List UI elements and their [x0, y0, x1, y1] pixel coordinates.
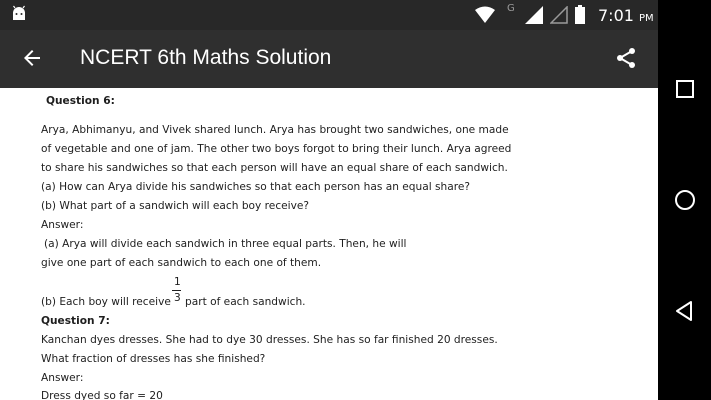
fraction-bar: [172, 290, 181, 291]
question-6-text-line: (b) What part of a sandwich will each bo…: [41, 200, 310, 212]
question-6-text-line: of vegetable and one of jam. The other t…: [41, 143, 512, 155]
solution-content: Question 6: Arya, Abhimanyu, and Vivek s…: [0, 88, 658, 400]
clock: 7:01 PM: [598, 6, 654, 25]
navigation-bar: [658, 0, 711, 400]
signal-icon: [525, 6, 543, 24]
app-bar: NCERT 6th Maths Solution: [0, 30, 658, 88]
answer-7-line: Dress dyed so far = 20: [41, 390, 163, 400]
back-triangle-icon[interactable]: [672, 298, 698, 324]
back-arrow-icon[interactable]: [20, 46, 44, 70]
question-7-text-line: What fraction of dresses has she finishe…: [41, 353, 266, 365]
share-icon[interactable]: [614, 46, 638, 70]
home-circle-icon[interactable]: [672, 187, 698, 213]
android-icon: [13, 5, 25, 20]
wifi-icon: [475, 6, 495, 23]
recents-square-icon[interactable]: [672, 76, 698, 102]
answer-label: Answer:: [41, 219, 84, 231]
question-6-text-line: Arya, Abhimanyu, and Vivek shared lunch.…: [41, 124, 509, 136]
status-bar: G 7:01 PM: [0, 0, 658, 30]
fraction-denominator: 3: [174, 292, 181, 304]
answer-6b-prefix: (b) Each boy will receive: [41, 296, 171, 308]
answer-6b-suffix: part of each sandwich.: [185, 296, 306, 308]
answer-6a-line: give one part of each sandwich to each o…: [41, 257, 322, 269]
answer-label: Answer:: [41, 372, 84, 384]
page-title: NCERT 6th Maths Solution: [80, 46, 332, 69]
answer-6a-line: (a) Arya will divide each sandwich in th…: [44, 238, 407, 250]
battery-icon: [575, 5, 585, 24]
question-6-text-line: to share his sandwiches so that each per…: [41, 162, 508, 174]
fraction-numerator: 1: [174, 276, 181, 288]
app-screen: G 7:01 PM NCERT 6th Maths Solution Quest…: [0, 0, 658, 400]
network-type-label: G: [507, 3, 515, 14]
question-6-text-line: (a) How can Arya divide his sandwiches s…: [41, 181, 471, 193]
question-7-text-line: Kanchan dyes dresses. She had to dye 30 …: [41, 334, 498, 346]
question-6-heading: Question 6:: [46, 95, 115, 107]
question-7-heading: Question 7:: [41, 315, 110, 327]
signal-empty-icon: [550, 6, 568, 24]
